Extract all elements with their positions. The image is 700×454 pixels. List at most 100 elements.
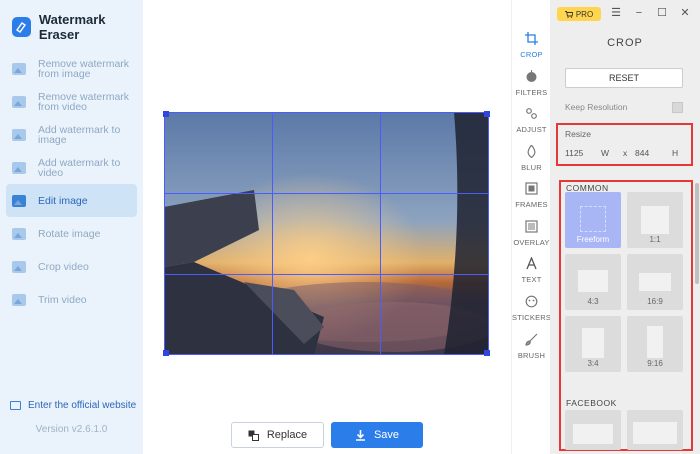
video-icon <box>12 161 26 174</box>
sidebar-nav: Remove watermark from image Remove water… <box>0 52 143 316</box>
preset-label: 4:3 <box>587 297 599 306</box>
replace-button[interactable]: Replace <box>231 422 324 448</box>
crop-grid-line <box>272 113 273 354</box>
replace-icon <box>248 430 259 441</box>
resize-label: Resize <box>565 129 591 139</box>
crop-handle-bottom-right[interactable] <box>484 350 490 356</box>
preset-16-9[interactable]: 16:9 <box>627 254 683 310</box>
preset-facebook-2[interactable] <box>627 410 683 450</box>
keep-resolution-label: Keep Resolution <box>565 102 628 112</box>
height-unit: H <box>672 148 679 158</box>
keep-resolution-checkbox[interactable] <box>672 102 683 113</box>
tool-stickers[interactable]: STICKERS <box>512 295 551 323</box>
minimize-icon[interactable]: − <box>632 6 646 20</box>
crop-handle-top-left[interactable] <box>163 111 169 117</box>
tool-brush[interactable]: BRUSH <box>512 333 551 361</box>
sidebar-item-label: Rotate image <box>38 227 101 240</box>
preset-facebook-1[interactable] <box>565 410 621 450</box>
height-input[interactable]: 844 <box>635 148 649 158</box>
sidebar-item-label: Trim video <box>38 293 87 306</box>
sidebar-item-remove-watermark-video[interactable]: Remove watermark from video <box>6 85 137 118</box>
keep-resolution-row: Keep Resolution <box>565 102 685 113</box>
tool-label: ADJUST <box>516 125 547 134</box>
reset-label: RESET <box>608 73 639 83</box>
tool-adjust[interactable]: ADJUST <box>512 107 551 135</box>
sidebar-item-label: Remove watermark from video <box>38 90 130 113</box>
preset-label: 1:1 <box>649 235 661 244</box>
pro-button[interactable]: PRO <box>557 7 601 21</box>
preset-label: 16:9 <box>647 297 663 306</box>
tool-strip: CROP FILTERS ADJUST BLUR FRAMES OVERLAY … <box>511 0 551 454</box>
close-icon[interactable]: ✕ <box>678 6 692 20</box>
monitor-icon <box>10 401 21 410</box>
crop-video-icon <box>12 260 26 273</box>
preset-1-1[interactable]: 1:1 <box>627 192 683 248</box>
crop-grid-line <box>165 274 488 275</box>
preset-3-4[interactable]: 3:4 <box>565 316 621 372</box>
sidebar-item-label: Add watermark to image <box>38 123 121 146</box>
facebook-section-label: FACEBOOK <box>566 398 617 408</box>
maximize-icon[interactable]: ☐ <box>655 6 669 20</box>
sidebar-item-rotate-image[interactable]: Rotate image <box>6 217 137 250</box>
panel-scrollbar[interactable] <box>695 183 699 284</box>
image-icon <box>12 62 26 75</box>
sidebar-item-add-watermark-image[interactable]: Add watermark to image <box>6 118 137 151</box>
crop-handle-bottom-left[interactable] <box>163 350 169 356</box>
canvas-area: Replace Save <box>143 0 511 454</box>
sidebar-item-label: Crop video <box>38 260 89 273</box>
preset-label: 3:4 <box>587 359 599 368</box>
times-sign: x <box>623 148 628 158</box>
preset-freeform[interactable]: Freeform <box>565 192 621 248</box>
crop-panel: CROP RESET Keep Resolution Resize 1125 W… <box>550 0 700 454</box>
edit-image-icon <box>12 194 26 207</box>
app-title: Watermark Eraser <box>12 12 143 42</box>
tool-label: FILTERS <box>515 88 548 97</box>
sidebar: Watermark Eraser Remove watermark from i… <box>0 0 143 454</box>
video-icon <box>12 95 26 108</box>
sidebar-item-label: Add watermark to video <box>38 156 121 179</box>
tool-text[interactable]: TEXT <box>512 257 551 285</box>
blur-icon <box>527 145 536 158</box>
filters-icon <box>526 70 537 82</box>
menu-icon[interactable]: ☰ <box>609 6 623 20</box>
preset-4-3[interactable]: 4:3 <box>565 254 621 310</box>
sidebar-item-edit-image[interactable]: Edit image <box>6 184 137 217</box>
facebook-cover-shape <box>573 424 613 444</box>
tool-crop[interactable]: CROP <box>512 32 551 60</box>
portrait-shape <box>582 328 604 358</box>
save-label: Save <box>373 429 400 441</box>
reset-button[interactable]: RESET <box>565 68 683 88</box>
tool-frames[interactable]: FRAMES <box>512 182 551 210</box>
tool-overlay[interactable]: OVERLAY <box>512 220 551 248</box>
preset-label: Freeform <box>576 235 610 244</box>
rotate-icon <box>12 227 26 240</box>
width-input[interactable]: 1125 <box>565 148 583 158</box>
app-name: Watermark Eraser <box>38 12 106 42</box>
preset-9-16[interactable]: 9:16 <box>627 316 683 372</box>
save-button[interactable]: Save <box>331 422 423 448</box>
crop-frame[interactable] <box>163 111 490 356</box>
tool-label: BLUR <box>521 163 542 172</box>
crop-icon <box>525 32 538 45</box>
download-icon <box>355 429 365 441</box>
crop-grid-line <box>380 113 381 354</box>
sidebar-item-remove-watermark-image[interactable]: Remove watermark from image <box>6 52 137 85</box>
sidebar-item-crop-video[interactable]: Crop video <box>6 250 137 283</box>
text-icon <box>526 257 537 270</box>
cart-icon <box>564 10 573 18</box>
sidebar-item-add-watermark-video[interactable]: Add watermark to video <box>6 151 137 184</box>
resize-row: 1125 W x 844 H <box>565 146 683 160</box>
tool-filters[interactable]: FILTERS <box>512 70 551 98</box>
frames-icon <box>525 182 538 195</box>
wide-shape <box>639 273 671 291</box>
tool-label: STICKERS <box>512 313 552 322</box>
sidebar-item-trim-video[interactable]: Trim video <box>6 283 137 316</box>
brush-icon <box>525 333 538 346</box>
crop-grid-line <box>165 193 488 194</box>
official-website-link[interactable]: Enter the official website <box>10 400 136 411</box>
crop-handle-top-right[interactable] <box>484 111 490 117</box>
tool-label: TEXT <box>521 275 542 284</box>
tool-label: OVERLAY <box>513 238 550 247</box>
tool-blur[interactable]: BLUR <box>512 145 551 173</box>
pro-label: PRO <box>575 9 594 19</box>
